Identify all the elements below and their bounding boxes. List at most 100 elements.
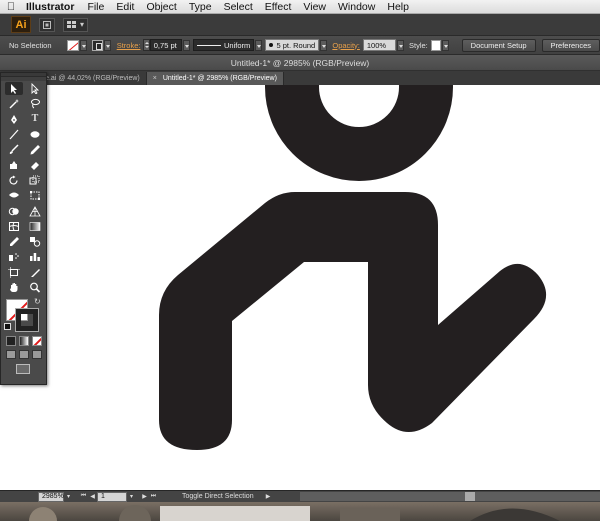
profile-dropdown[interactable] bbox=[255, 39, 263, 51]
opacity-label[interactable]: Opacity: bbox=[332, 41, 360, 50]
artboard-tool[interactable] bbox=[5, 266, 23, 279]
dock-gear-icon[interactable] bbox=[119, 505, 151, 521]
menu-edit[interactable]: Edit bbox=[110, 1, 140, 13]
dock-gear-icon[interactable] bbox=[29, 507, 57, 521]
shape-builder-tool[interactable] bbox=[5, 204, 23, 217]
brush-dropdown[interactable] bbox=[320, 39, 328, 51]
variable-width-profile[interactable]: Uniform bbox=[193, 39, 255, 51]
scale-tool[interactable] bbox=[26, 174, 44, 187]
column-graph-tool[interactable] bbox=[26, 250, 44, 263]
eyedropper-icon bbox=[10, 237, 19, 247]
dock-app-icon[interactable] bbox=[340, 508, 400, 521]
fill-stroke-control: ↻ bbox=[4, 297, 46, 333]
app-menu[interactable]: Illustrator bbox=[22, 1, 81, 13]
stroke-swatch[interactable] bbox=[91, 39, 103, 51]
blob-brush-tool[interactable] bbox=[5, 158, 23, 171]
apple-icon[interactable]:  bbox=[0, 1, 22, 13]
arrange-documents-button[interactable]: ▾ bbox=[63, 17, 89, 32]
line-segment-tool[interactable] bbox=[5, 128, 23, 141]
free-transform-tool[interactable] bbox=[26, 189, 44, 202]
blend-tool[interactable] bbox=[26, 235, 44, 248]
artboard-number-field[interactable]: 1 bbox=[97, 491, 127, 502]
gradient-mode-button[interactable] bbox=[19, 336, 29, 347]
swap-fill-stroke-icon[interactable]: ↻ bbox=[34, 297, 41, 306]
rotate-tool[interactable] bbox=[5, 174, 23, 187]
screen-mode-icon[interactable] bbox=[16, 364, 30, 375]
style-dropdown[interactable] bbox=[441, 39, 449, 51]
zoom-tool[interactable] bbox=[26, 281, 44, 294]
mac-menu-bar:  Illustrator File Edit Object Type Sele… bbox=[0, 0, 600, 14]
close-icon[interactable]: × bbox=[153, 75, 157, 82]
last-artboard-icon[interactable]: ⏭ bbox=[149, 492, 158, 501]
stroke-color-box[interactable] bbox=[15, 308, 39, 333]
pencil-tool[interactable] bbox=[26, 143, 44, 156]
preferences-button[interactable]: Preferences bbox=[541, 38, 600, 52]
brush-definition[interactable]: 5 pt. Round bbox=[265, 39, 320, 51]
artboard-dropdown-icon[interactable]: ▾ bbox=[127, 492, 136, 501]
blend-icon bbox=[30, 237, 41, 247]
direct-selection-tool[interactable] bbox=[26, 82, 44, 95]
dock-window-thumbnail[interactable] bbox=[160, 506, 310, 521]
bridge-button[interactable] bbox=[39, 17, 55, 32]
menu-window[interactable]: Window bbox=[332, 1, 381, 13]
menu-select[interactable]: Select bbox=[218, 1, 259, 13]
dock-app-icon[interactable] bbox=[470, 508, 560, 521]
opacity-field[interactable]: 100% bbox=[362, 39, 396, 51]
current-tool-status[interactable]: Toggle Direct Selection bbox=[182, 493, 254, 500]
fill-dropdown[interactable] bbox=[79, 39, 87, 51]
magic-wand-tool[interactable] bbox=[5, 97, 23, 110]
slice-tool[interactable] bbox=[26, 266, 44, 279]
menu-object[interactable]: Object bbox=[140, 1, 182, 13]
eraser-tool[interactable] bbox=[26, 158, 44, 171]
default-fill-stroke-icon[interactable] bbox=[4, 323, 11, 331]
horizontal-scrollbar[interactable] bbox=[300, 492, 600, 501]
mesh-tool[interactable] bbox=[5, 220, 23, 233]
paintbrush-tool[interactable] bbox=[5, 143, 23, 156]
next-artboard-icon[interactable]: ▶ bbox=[140, 492, 149, 501]
document-setup-button[interactable]: Document Setup bbox=[461, 38, 536, 52]
status-menu-arrow-icon[interactable]: ▶ bbox=[264, 492, 273, 501]
stroke-label[interactable]: Stroke: bbox=[117, 41, 141, 50]
pen-tool[interactable] bbox=[5, 113, 23, 126]
hand-tool[interactable] bbox=[5, 281, 23, 294]
previous-artboard-icon[interactable]: ◀ bbox=[88, 492, 97, 501]
stroke-dropdown[interactable] bbox=[103, 39, 111, 51]
menu-effect[interactable]: Effect bbox=[259, 1, 298, 13]
opacity-dropdown[interactable] bbox=[396, 39, 404, 51]
profile-line-icon bbox=[197, 44, 222, 46]
graphic-style-swatch[interactable] bbox=[430, 39, 441, 51]
selection-tool[interactable] bbox=[5, 82, 23, 96]
rotate-icon bbox=[9, 175, 18, 185]
fill-swatch[interactable] bbox=[67, 39, 79, 51]
menu-file[interactable]: File bbox=[81, 1, 110, 13]
head-ring-shape[interactable] bbox=[265, 85, 453, 181]
tab-document-2[interactable]: × Untitled-1* @ 2985% (RGB/Preview) bbox=[146, 72, 284, 85]
type-tool[interactable]: T bbox=[26, 113, 44, 126]
scrollbar-thumb[interactable] bbox=[465, 492, 475, 501]
draw-normal-button[interactable] bbox=[6, 350, 16, 360]
stroke-weight-dropdown[interactable] bbox=[182, 39, 191, 51]
stroke-weight-field[interactable]: 0,75 pt bbox=[149, 39, 182, 51]
zoom-level-field[interactable]: 2985% bbox=[38, 491, 64, 502]
ellipse-tool[interactable] bbox=[26, 128, 44, 141]
tools-panel: T ↻ bbox=[0, 72, 47, 385]
draw-behind-button[interactable] bbox=[19, 350, 29, 360]
body-shape[interactable] bbox=[159, 192, 547, 450]
eyedropper-tool[interactable] bbox=[5, 235, 23, 248]
color-mode-button[interactable] bbox=[6, 336, 16, 347]
lasso-tool[interactable] bbox=[26, 97, 44, 110]
round-brush-icon bbox=[269, 43, 274, 47]
stroke-weight-stepper[interactable] bbox=[143, 39, 150, 51]
menu-type[interactable]: Type bbox=[183, 1, 218, 13]
artboard-canvas[interactable] bbox=[0, 85, 600, 490]
none-mode-button[interactable] bbox=[32, 336, 42, 347]
menu-view[interactable]: View bbox=[297, 1, 332, 13]
menu-help[interactable]: Help bbox=[381, 1, 415, 13]
zoom-dropdown-icon[interactable]: ▾ bbox=[64, 492, 73, 501]
gradient-tool[interactable] bbox=[26, 220, 44, 233]
draw-inside-button[interactable] bbox=[32, 350, 42, 360]
symbol-sprayer-tool[interactable] bbox=[5, 250, 23, 263]
width-tool[interactable] bbox=[5, 189, 23, 202]
first-artboard-icon[interactable]: ⏮ bbox=[79, 492, 88, 501]
perspective-grid-tool[interactable] bbox=[26, 204, 44, 217]
